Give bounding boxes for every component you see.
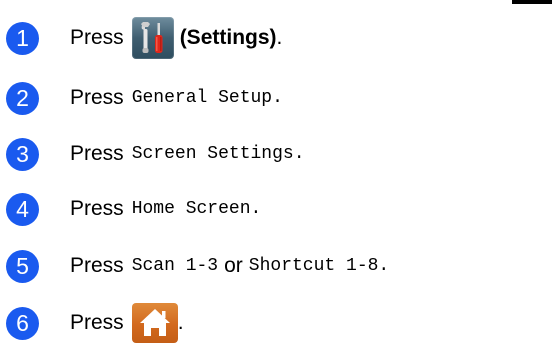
step-end: . xyxy=(378,256,390,276)
step-number-badge: 3 xyxy=(6,137,39,171)
step-number-badge: 1 xyxy=(6,21,39,55)
step-6: 6 Press . xyxy=(6,303,184,343)
step-content: Press . xyxy=(70,303,184,343)
step-number-badge: 2 xyxy=(6,81,39,115)
settings-tools-icon xyxy=(131,17,174,59)
menu-option-label: Screen Settings xyxy=(131,144,294,164)
step-end: . xyxy=(293,144,305,164)
menu-option-label: General Setup xyxy=(131,88,273,108)
menu-option-label-2: Shortcut 1-8 xyxy=(248,256,379,276)
menu-option-label: Scan 1-3 xyxy=(131,256,219,276)
step-number-badge: 5 xyxy=(6,249,39,283)
press-text: Press xyxy=(70,86,124,109)
step-content: Press Screen Settings. xyxy=(70,142,305,166)
press-text: Press xyxy=(70,142,124,165)
step-2: 2 Press General Setup. xyxy=(6,78,283,118)
press-text: Press xyxy=(70,311,124,334)
step-number-badge: 6 xyxy=(6,306,39,340)
settings-label: (Settings) xyxy=(179,26,277,49)
step-number-badge: 4 xyxy=(6,192,39,226)
or-text: or xyxy=(224,254,243,277)
step-content: Press Home Screen. xyxy=(70,197,261,221)
press-text: Press xyxy=(70,26,124,49)
press-text: Press xyxy=(70,254,124,277)
step-end: . xyxy=(276,26,283,49)
top-rule xyxy=(512,0,552,4)
step-4: 4 Press Home Screen. xyxy=(6,189,261,229)
step-content: Press General Setup. xyxy=(70,86,283,110)
press-text: Press xyxy=(70,197,124,220)
step-end: . xyxy=(250,199,262,219)
step-content: Press Scan 1-3 or Shortcut 1-8. xyxy=(70,254,389,278)
step-1: 1 Press (Settings). xyxy=(6,17,282,59)
step-3: 3 Press Screen Settings. xyxy=(6,134,305,174)
step-end: . xyxy=(272,88,283,108)
step-5: 5 Press Scan 1-3 or Shortcut 1-8. xyxy=(6,246,389,286)
step-content: Press (Settings). xyxy=(70,17,282,59)
home-icon xyxy=(131,303,178,343)
step-end: . xyxy=(177,311,184,334)
menu-option-label: Home Screen xyxy=(131,199,251,219)
